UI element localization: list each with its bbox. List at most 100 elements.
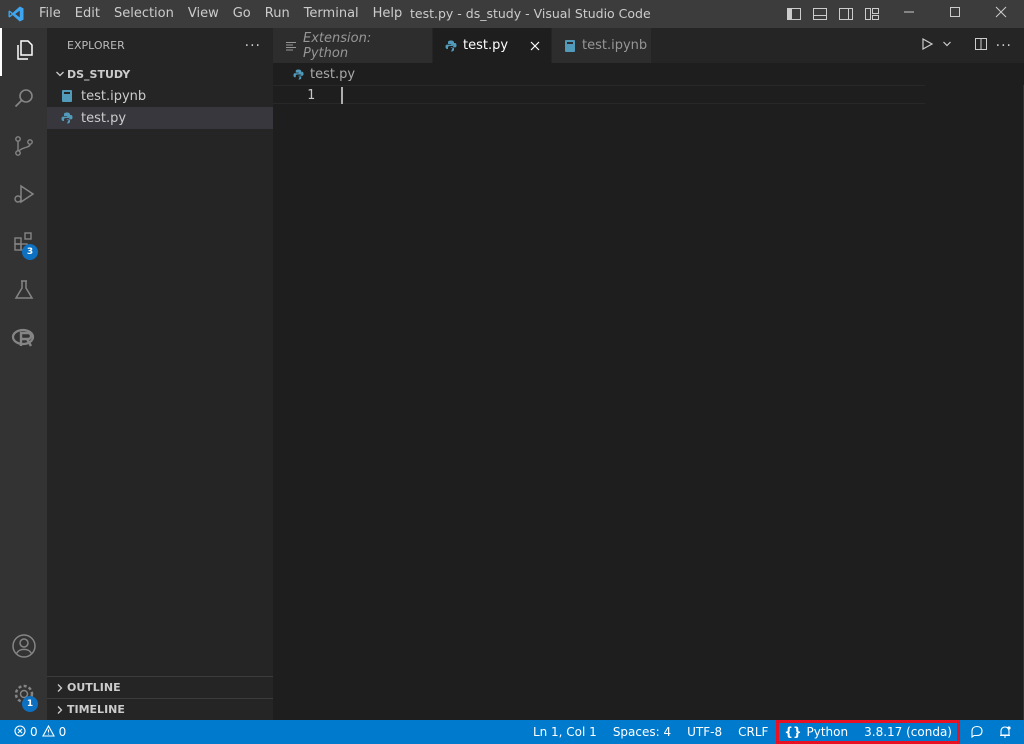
toggle-panel-icon[interactable]	[812, 6, 828, 26]
chevron-down-icon	[53, 63, 67, 85]
file-name: test.ipynb	[81, 88, 147, 104]
indentation[interactable]: Spaces: 4	[605, 720, 679, 744]
chevron-right-icon	[53, 677, 67, 699]
status-bar: 0 0 Ln 1, Col 1 Spaces: 4 UTF-8 CRLF {} …	[0, 720, 1024, 744]
tab-test-py[interactable]: test.py	[433, 28, 552, 63]
folder-name: DS_STUDY	[67, 67, 131, 81]
menu-terminal[interactable]: Terminal	[297, 0, 366, 28]
menu-bar: File Edit Selection View Go Run Terminal…	[32, 0, 409, 28]
activity-extensions[interactable]: 3	[0, 220, 47, 268]
layout-controls	[786, 6, 880, 26]
title-bar: File Edit Selection View Go Run Terminal…	[0, 0, 1024, 28]
text-cursor	[341, 87, 343, 104]
chevron-down-icon[interactable]	[942, 38, 952, 53]
cursor-position[interactable]: Ln 1, Col 1	[525, 720, 605, 744]
code-editor[interactable]: 1	[273, 85, 1024, 720]
tab-test-ipynb[interactable]: test.ipynb	[552, 28, 652, 63]
tab-label: test.ipynb	[582, 38, 648, 53]
preview-icon	[285, 40, 297, 52]
activity-explorer[interactable]	[0, 28, 47, 76]
python-interpreter-selector[interactable]: {} Python 3.8.17 (conda)	[776, 720, 960, 744]
outline-section-header[interactable]: OUTLINE	[47, 676, 273, 698]
minimize-icon	[903, 6, 915, 22]
menu-go[interactable]: Go	[226, 0, 258, 28]
current-line[interactable]: 1	[273, 85, 925, 104]
timeline-title: TIMELINE	[67, 703, 125, 716]
breadcrumb-file[interactable]: test.py	[310, 67, 355, 82]
activity-manage[interactable]: 1	[0, 672, 47, 720]
activity-r[interactable]	[0, 316, 47, 364]
close-window-button[interactable]	[978, 0, 1024, 28]
feedback-icon[interactable]	[960, 725, 994, 739]
close-icon	[995, 6, 1007, 22]
menu-selection[interactable]: Selection	[107, 0, 181, 28]
end-of-line[interactable]: CRLF	[730, 720, 776, 744]
editor-tabs: Extension: Python test.py test.ipynb ···	[273, 28, 1024, 63]
notebook-file-icon	[564, 39, 576, 53]
customize-layout-icon[interactable]	[864, 6, 880, 26]
split-editor-icon[interactable]	[974, 37, 988, 55]
problems-indicator[interactable]: 0 0	[0, 724, 67, 740]
tab-extension-python[interactable]: Extension: Python	[273, 28, 433, 63]
activity-search[interactable]	[0, 76, 47, 124]
vscode-logo-icon	[0, 0, 32, 28]
activity-accounts[interactable]	[0, 624, 47, 672]
source-control-icon	[12, 134, 36, 162]
beaker-icon	[12, 278, 36, 306]
close-tab-icon[interactable]	[530, 41, 540, 51]
activity-run-debug[interactable]	[0, 172, 47, 220]
warning-count: 0	[58, 725, 67, 739]
activity-testing[interactable]	[0, 268, 47, 316]
status-bar-right: Ln 1, Col 1 Spaces: 4 UTF-8 CRLF {} Pyth…	[525, 720, 1024, 744]
python-file-icon	[61, 107, 81, 129]
file-name: test.py	[81, 110, 127, 126]
language-mode[interactable]: {} Python	[784, 720, 848, 744]
r-language-icon	[11, 326, 37, 354]
extensions-badge: 3	[22, 244, 38, 260]
menu-edit[interactable]: Edit	[68, 0, 107, 28]
explorer-title: EXPLORER	[67, 39, 125, 52]
editor-actions: ···	[920, 28, 1012, 63]
window-controls	[886, 0, 1024, 28]
menu-view[interactable]: View	[181, 0, 226, 28]
more-actions-icon[interactable]: ···	[245, 38, 261, 54]
outline-title: OUTLINE	[67, 681, 121, 694]
tab-label: Extension: Python	[303, 30, 372, 61]
braces-icon: {}	[784, 725, 802, 739]
python-file-icon	[445, 40, 457, 52]
search-icon	[12, 86, 36, 114]
maximize-icon	[949, 6, 961, 22]
maximize-button[interactable]	[932, 0, 978, 28]
encoding[interactable]: UTF-8	[679, 720, 730, 744]
explorer-header: EXPLORER ···	[47, 28, 273, 63]
folder-section-header[interactable]: DS_STUDY	[47, 63, 273, 85]
window-title: test.py - ds_study - Visual Studio Code	[410, 6, 651, 21]
activity-bar: 3 1	[0, 28, 47, 720]
warning-icon	[41, 724, 55, 740]
notebook-file-icon	[61, 85, 81, 107]
file-item-test-py[interactable]: test.py	[47, 107, 273, 129]
breadcrumb: test.py	[273, 63, 1024, 85]
menu-file[interactable]: File	[32, 0, 68, 28]
settings-badge: 1	[22, 696, 38, 712]
activity-source-control[interactable]	[0, 124, 47, 172]
error-icon	[14, 724, 26, 740]
notifications-bell-icon[interactable]	[994, 725, 1024, 739]
file-item-test-ipynb[interactable]: test.ipynb	[47, 85, 273, 107]
menu-run[interactable]: Run	[258, 0, 297, 28]
chevron-right-icon	[53, 699, 67, 721]
toggle-secondary-sidebar-icon[interactable]	[838, 6, 854, 26]
more-actions-icon[interactable]: ···	[996, 38, 1012, 54]
minimize-button[interactable]	[886, 0, 932, 28]
account-icon	[11, 633, 37, 663]
menu-help[interactable]: Help	[366, 0, 410, 28]
sidebar-bottom-sections: OUTLINE TIMELINE	[47, 676, 273, 720]
language-label: Python	[806, 725, 849, 739]
toggle-primary-sidebar-icon[interactable]	[786, 6, 802, 26]
run-python-file-icon[interactable]	[920, 37, 934, 55]
tab-label: test.py	[463, 38, 509, 53]
error-count: 0	[30, 725, 38, 739]
interpreter-version[interactable]: 3.8.17 (conda)	[864, 720, 952, 744]
python-file-icon	[293, 68, 304, 80]
timeline-section-header[interactable]: TIMELINE	[47, 698, 273, 720]
